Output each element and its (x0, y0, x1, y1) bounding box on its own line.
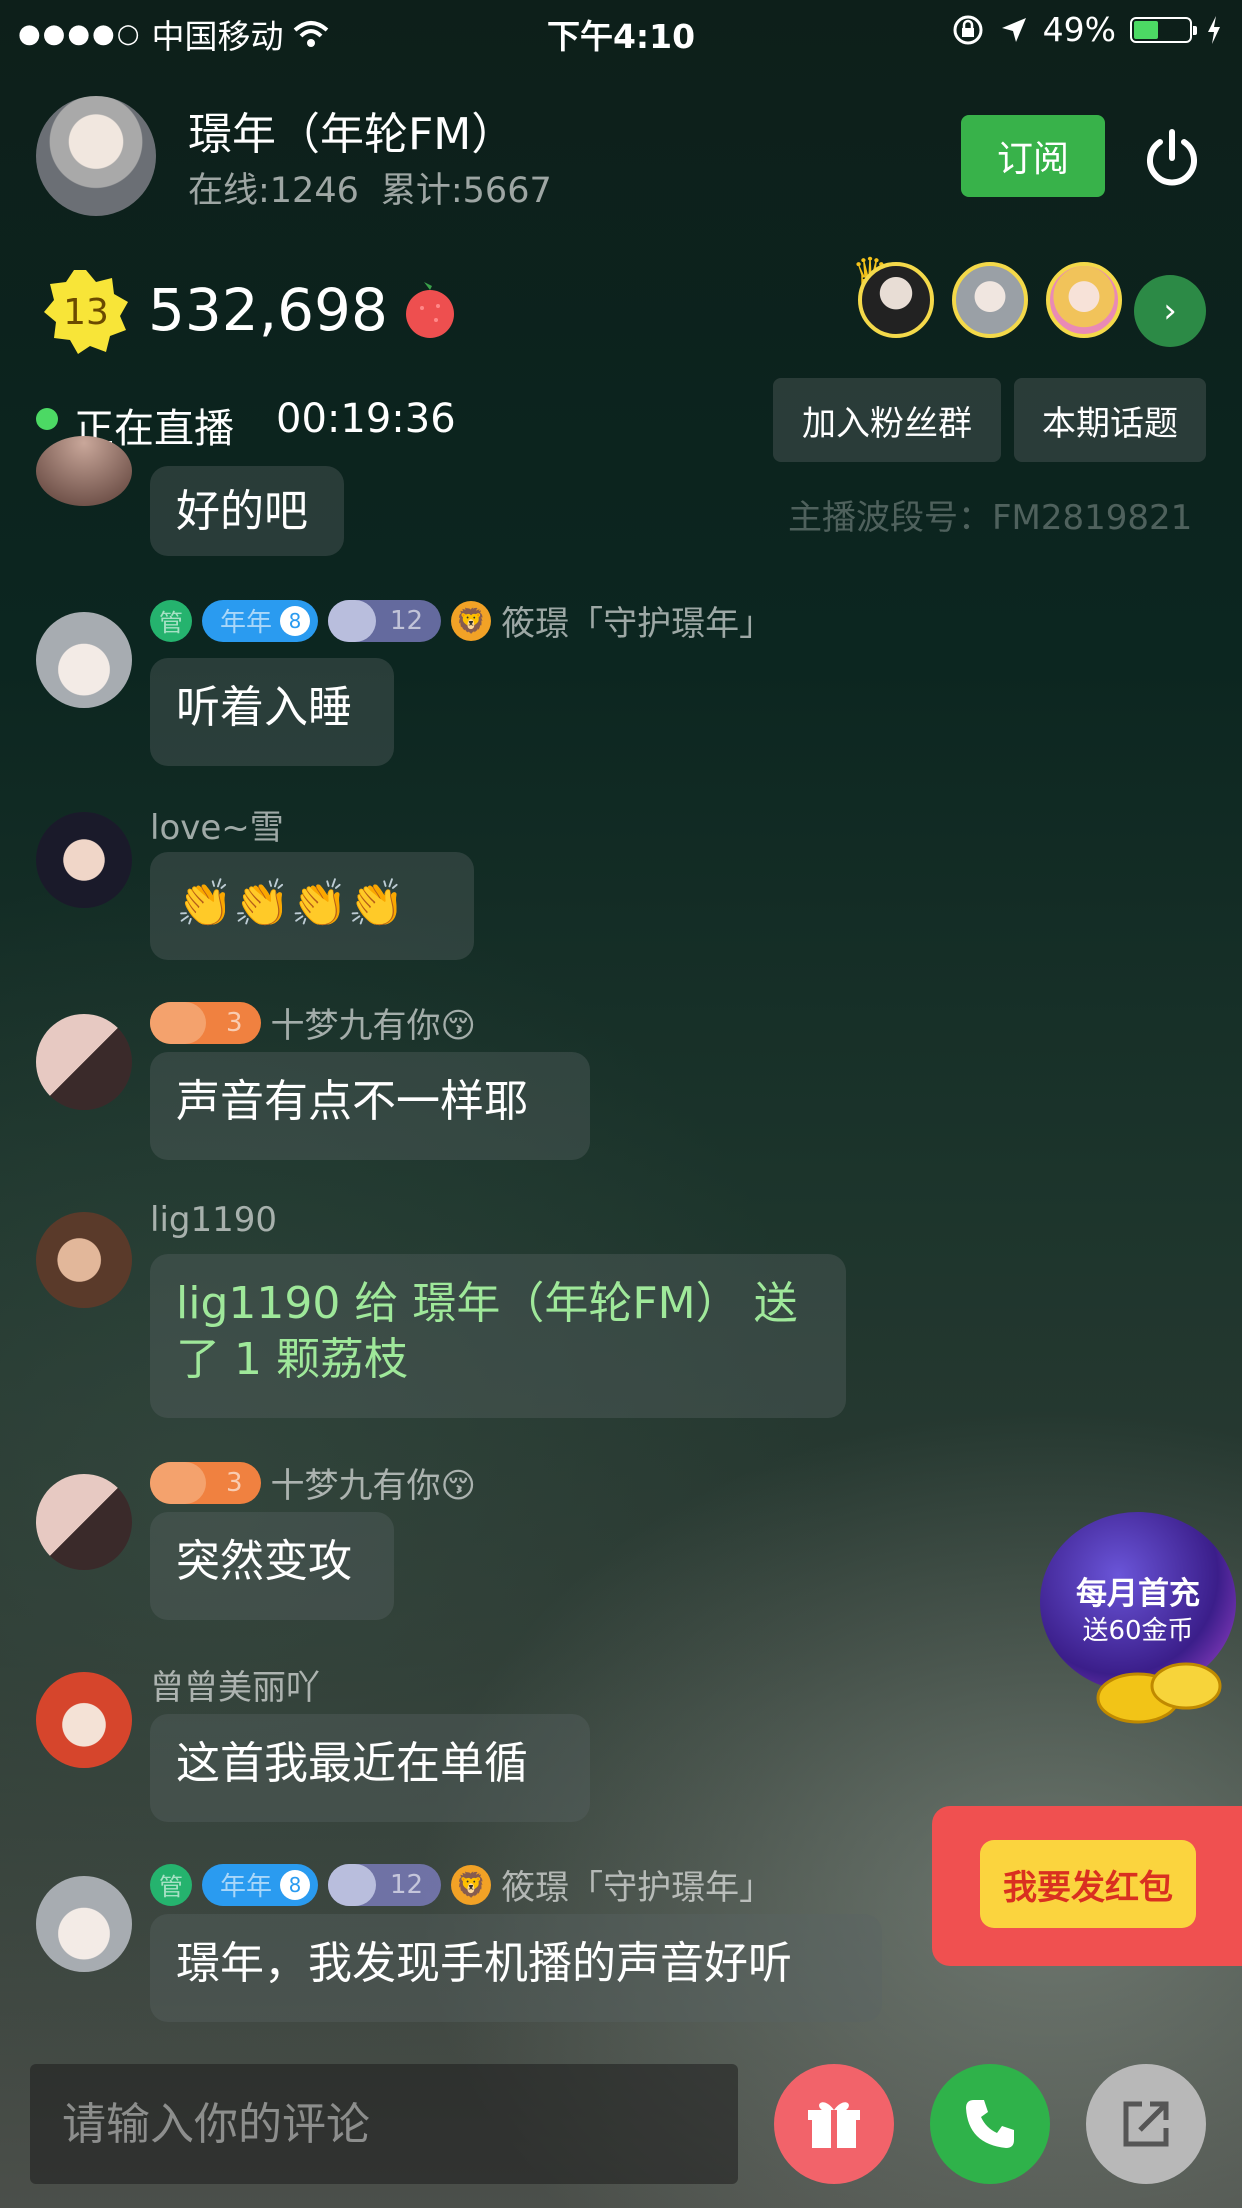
username: lig1190 (150, 1200, 278, 1240)
monthly-recharge-promo[interactable]: 每月首充 送60金币 (1034, 1506, 1242, 1726)
level-badge-icon (150, 1001, 206, 1044)
username: love~雪 (150, 808, 284, 848)
location-arrow-icon (1001, 17, 1026, 42)
red-packet-panel: 我要发红包 (932, 1806, 1242, 1966)
message-bubble: 听着入睡 (150, 658, 394, 766)
call-button[interactable] (930, 2064, 1050, 2184)
live-duration: 00:19:36 (276, 396, 456, 442)
power-icon[interactable] (1140, 126, 1204, 190)
username: 曾曾美丽吖 (150, 1668, 320, 1708)
comment-input[interactable] (30, 2064, 738, 2184)
fan-badge: 年年 8 (202, 1863, 319, 1906)
admin-badge: 管 (150, 599, 192, 642)
battery-level-fill (1134, 20, 1159, 39)
topic-button[interactable]: 本期话题 (1014, 378, 1206, 462)
username-row: 管 年年 8 12 🦁 筱璟「守护璟年」 (150, 596, 773, 645)
fan-avatar[interactable] (1046, 262, 1122, 338)
battery-percent: 49% (1042, 10, 1116, 49)
host-stats: 在线:1246 累计:5667 (188, 162, 552, 213)
battery-icon (1130, 16, 1197, 43)
charging-icon (1208, 15, 1220, 44)
fan-badge-level: 8 (280, 605, 311, 636)
top-fans (858, 262, 1122, 338)
message-bubble: 👏👏👏👏 (150, 852, 474, 960)
send-red-packet-button[interactable]: 我要发红包 (980, 1840, 1196, 1928)
avatar[interactable] (36, 1014, 132, 1110)
lychee-icon (406, 282, 454, 338)
vip-badge-level: 12 (390, 605, 424, 636)
share-icon (1123, 2101, 1169, 2147)
host-name: 璟年（年轮FM） (188, 109, 516, 160)
total-count: 累计:5667 (380, 171, 552, 211)
avatar[interactable] (36, 612, 132, 708)
message-bubble: 好的吧 (150, 466, 344, 556)
avatar[interactable] (36, 812, 132, 908)
promo-subtitle: 送60金币 (1082, 1616, 1194, 1646)
username-row: 3 十梦九有你😚 (150, 998, 476, 1047)
username: 筱璟「守护璟年」 (501, 1868, 774, 1908)
vip-badge-level: 12 (390, 1869, 424, 1900)
avatar[interactable] (36, 1876, 132, 1972)
gift-icon (808, 2102, 860, 2148)
gift-button[interactable] (774, 2064, 894, 2184)
station-frequency: 主播波段号：FM2819821 (788, 498, 1193, 538)
level-badge-icon (150, 1461, 206, 1504)
message-bubble: 这首我最近在单循 (150, 1714, 590, 1822)
username: 十梦九有你😚 (270, 1006, 476, 1046)
message-bubble: 声音有点不一样耶 (150, 1052, 590, 1160)
vip-badge: 12 (328, 599, 442, 642)
avatar[interactable] (36, 436, 132, 506)
fan-badge-label: 年年 (220, 608, 273, 638)
lion-icon: 🦁 (451, 1864, 492, 1905)
message-bubble: 突然变攻 (150, 1512, 394, 1620)
message-bubble: 璟年，我发现手机播的声音好听 (150, 1914, 882, 2022)
online-count: 在线:1246 (188, 171, 359, 211)
level-badge-orange: 3 (150, 1001, 261, 1044)
level-badge-value: 3 (226, 1467, 243, 1498)
live-indicator (36, 408, 58, 430)
phone-icon (966, 2100, 1014, 2148)
join-fans-group-button[interactable]: 加入粉丝群 (773, 378, 1001, 462)
host-avatar[interactable] (36, 96, 156, 216)
avatar[interactable] (36, 1474, 132, 1570)
share-button[interactable] (1086, 2064, 1206, 2184)
level-badge-orange: 3 (150, 1461, 261, 1504)
fan-avatar[interactable] (858, 262, 934, 338)
avatar[interactable] (36, 1212, 132, 1308)
level-badge: 13 (42, 268, 130, 356)
lock-rotation-icon (953, 15, 983, 44)
username: 十梦九有你😚 (270, 1466, 476, 1506)
fan-avatar[interactable] (952, 262, 1028, 338)
level-number: 13 (63, 292, 109, 333)
avatar[interactable] (36, 1672, 132, 1768)
status-bar: ●●●●○ 中国移动 下午4:10 49% (0, 0, 1242, 62)
fan-badge-level: 8 (280, 1869, 311, 1900)
vip-badge: 12 (328, 1863, 442, 1906)
username-row: 3 十梦九有你😚 (150, 1458, 476, 1507)
admin-badge: 管 (150, 1863, 192, 1906)
lion-icon: 🦁 (451, 600, 492, 641)
gold-coins-icon (1096, 1662, 1222, 1724)
coin-count: 532,698 (148, 276, 388, 344)
username-row: 管 年年 8 12 🦁 筱璟「守护璟年」 (150, 1860, 773, 1909)
vip-badge-icon (328, 1863, 377, 1906)
gift-message-bubble: lig1190 给 璟年（年轮FM） 送了 1 颗荔枝 (150, 1254, 846, 1418)
level-badge-value: 3 (226, 1007, 243, 1038)
subscribe-button[interactable]: 订阅 (961, 115, 1105, 197)
promo-title: 每月首充 (1076, 1576, 1200, 1612)
fan-badge-label: 年年 (220, 1872, 273, 1902)
vip-badge-icon (328, 599, 377, 642)
fan-badge: 年年 8 (202, 599, 319, 642)
username: 筱璟「守护璟年」 (501, 604, 774, 644)
chevron-right-icon[interactable]: › (1134, 275, 1206, 347)
